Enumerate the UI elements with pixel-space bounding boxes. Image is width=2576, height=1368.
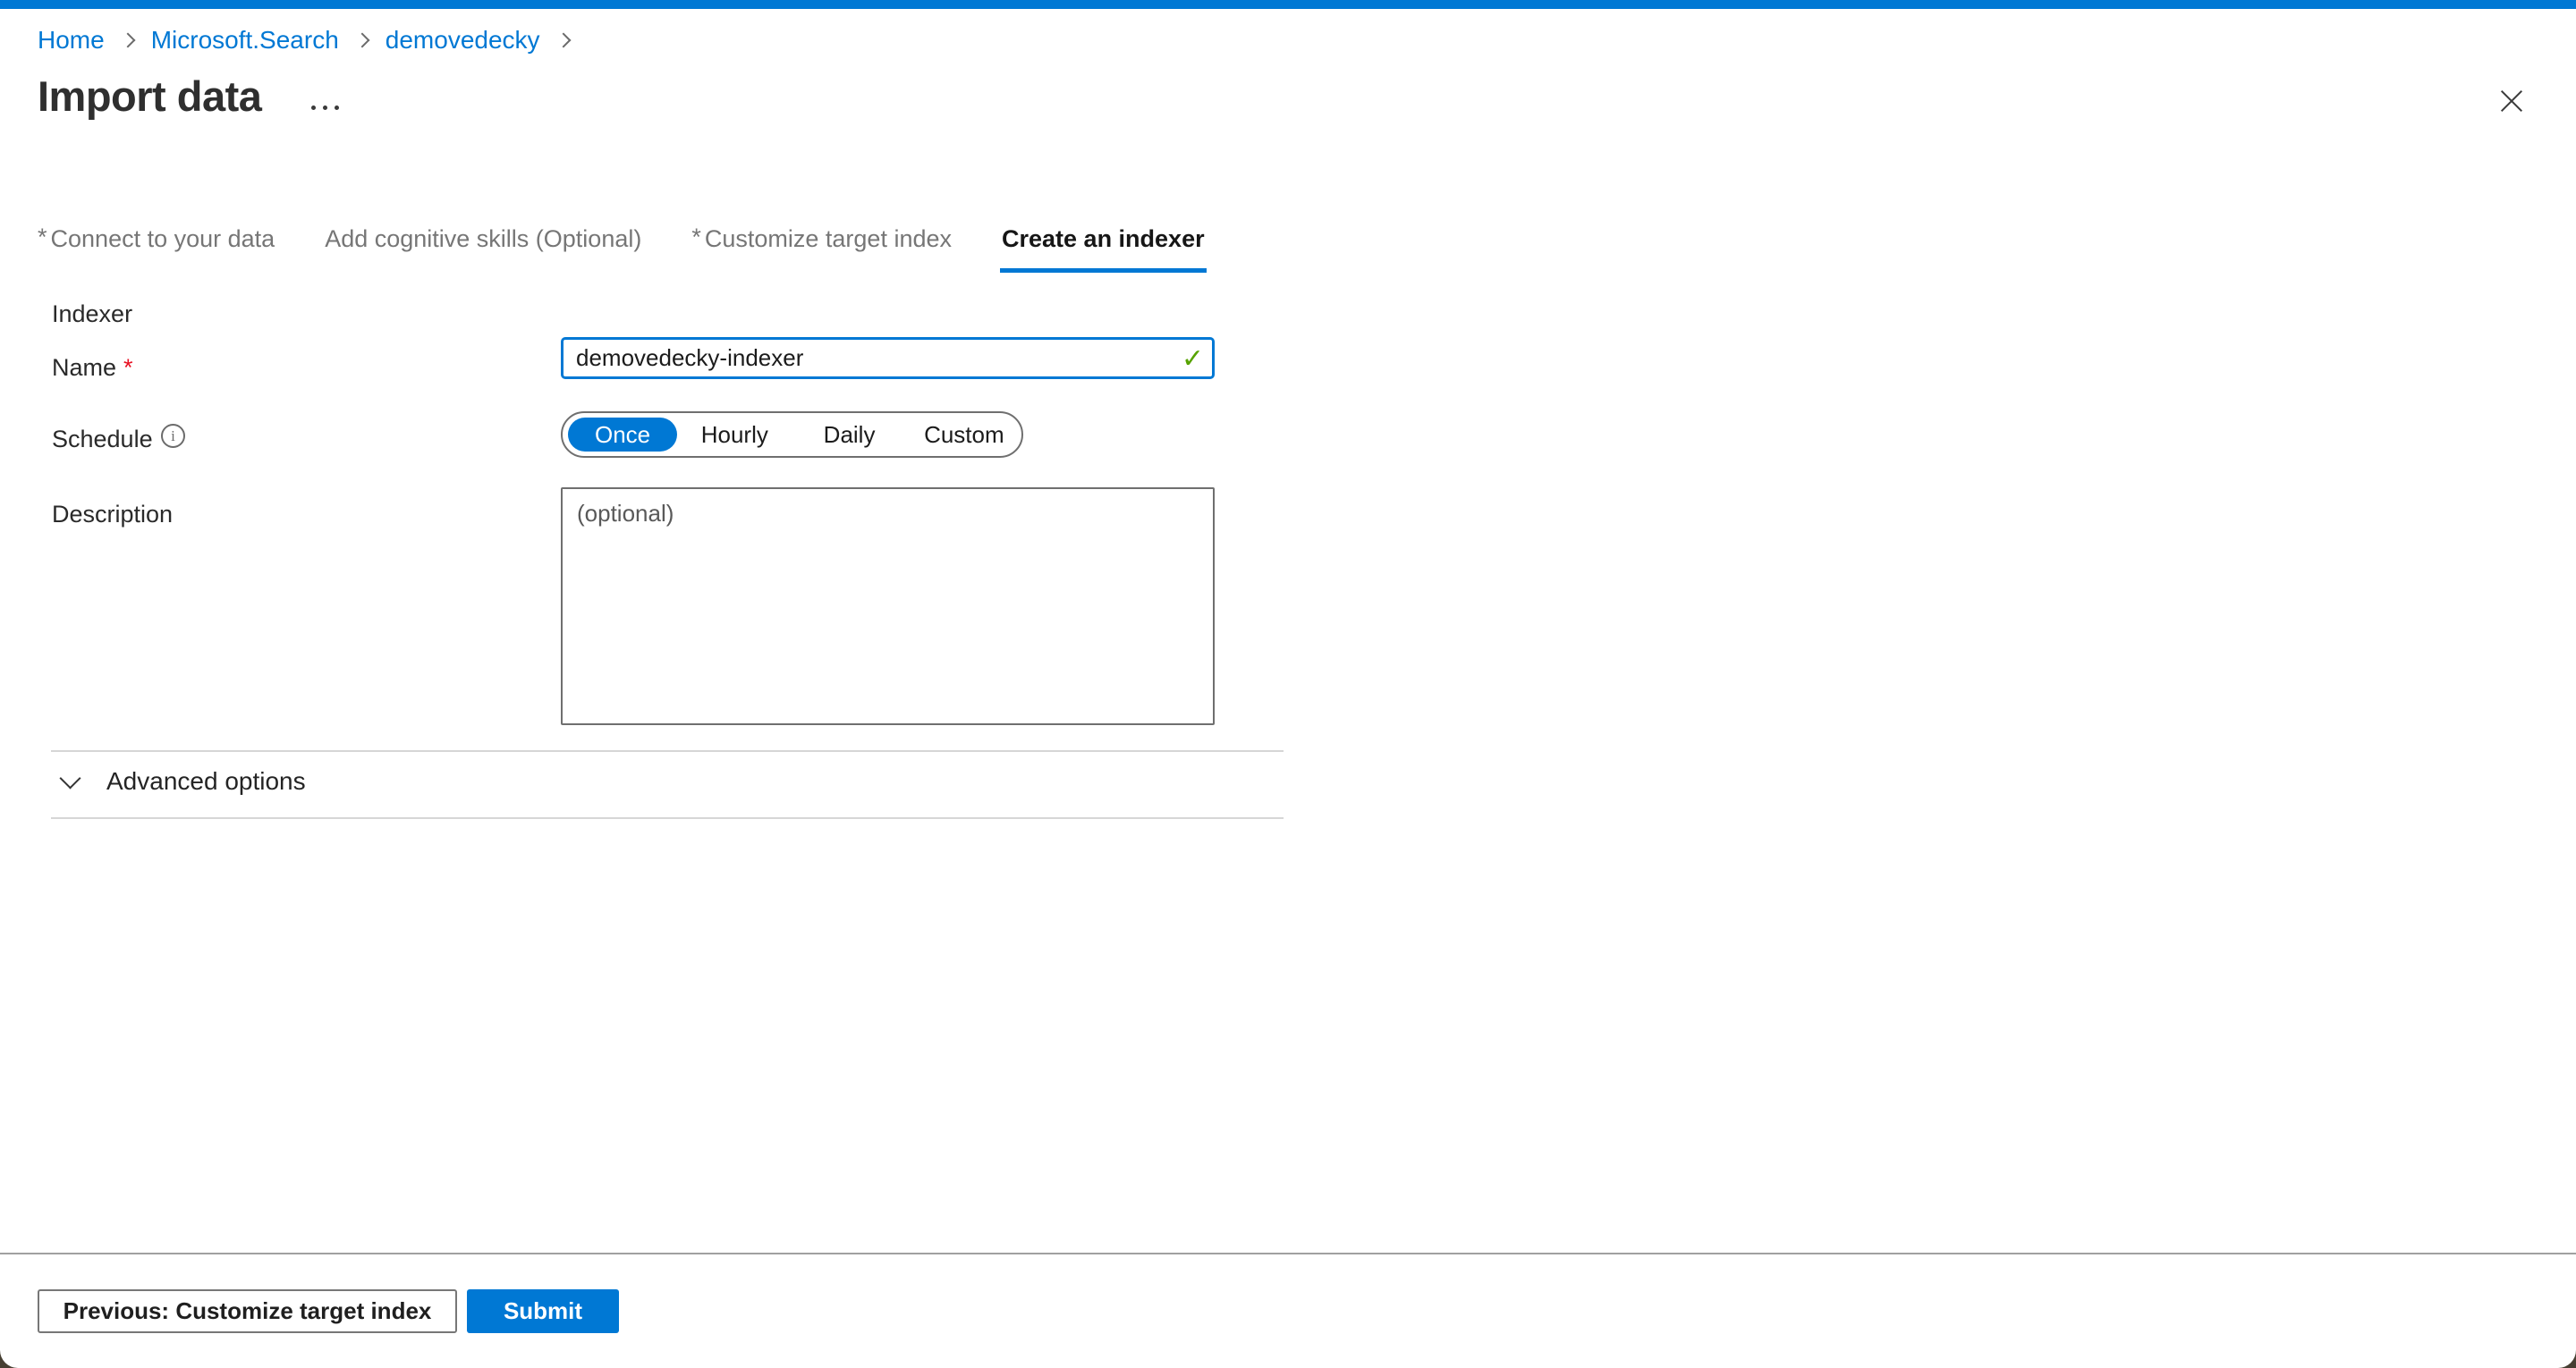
name-label-text: Name — [52, 354, 116, 381]
breadcrumb-link-demovedecky[interactable]: demovedecky — [386, 27, 540, 54]
top-accent-bar — [0, 0, 2576, 9]
section-divider — [51, 750, 1284, 752]
tab-connect-to-your-data[interactable]: *Connect to your data — [36, 225, 276, 273]
breadcrumb: Home Microsoft.Search demovedecky — [38, 27, 571, 54]
advanced-options-label: Advanced options — [106, 767, 306, 796]
active-tab-underline — [1000, 268, 1207, 273]
schedule-option-custom[interactable]: Custom — [907, 421, 1021, 449]
tab-customize-target-index[interactable]: *Customize target index — [690, 225, 953, 273]
required-tab-marker: * — [691, 224, 701, 250]
tab-create-an-indexer[interactable]: Create an indexer — [1000, 225, 1207, 273]
breadcrumb-link-microsoft-search[interactable]: Microsoft.Search — [151, 27, 339, 54]
name-input[interactable] — [561, 337, 1215, 379]
schedule-option-daily[interactable]: Daily — [792, 421, 906, 449]
schedule-label: Schedule — [52, 426, 153, 453]
schedule-option-hourly[interactable]: Hourly — [677, 421, 792, 449]
submit-button[interactable]: Submit — [467, 1289, 619, 1333]
name-label: Name * — [52, 354, 133, 382]
schedule-option-once[interactable]: Once — [568, 418, 677, 452]
chevron-down-icon — [59, 767, 80, 789]
chevron-right-icon — [354, 33, 369, 48]
tab-label: Create an indexer — [1002, 225, 1205, 252]
description-field — [561, 487, 1215, 725]
footer-divider — [0, 1253, 2576, 1254]
breadcrumb-link-home[interactable]: Home — [38, 27, 105, 54]
info-icon[interactable]: i — [161, 424, 185, 448]
required-tab-marker: * — [38, 224, 47, 250]
tab-label: Add cognitive skills (Optional) — [325, 225, 641, 252]
advanced-options-toggle[interactable]: Advanced options — [63, 767, 306, 796]
more-menu-icon[interactable] — [306, 100, 344, 115]
valid-check-icon: ✓ — [1182, 343, 1204, 375]
page-title: Import data — [38, 72, 261, 121]
description-textarea[interactable] — [561, 487, 1215, 725]
close-icon[interactable] — [2498, 88, 2525, 114]
required-asterisk: * — [123, 354, 133, 381]
chevron-right-icon — [120, 33, 135, 48]
wizard-tabs: *Connect to your data Add cognitive skil… — [36, 225, 1207, 273]
chevron-right-icon — [555, 33, 571, 48]
tab-label: Connect to your data — [51, 225, 275, 252]
tab-label: Customize target index — [705, 225, 952, 252]
description-label: Description — [52, 501, 173, 528]
name-field: ✓ — [561, 337, 1215, 379]
import-data-panel: Home Microsoft.Search demovedecky Import… — [0, 0, 2576, 1368]
schedule-toggle-group: Once Hourly Daily Custom — [561, 411, 1023, 458]
previous-button[interactable]: Previous: Customize target index — [38, 1289, 457, 1333]
tab-add-cognitive-skills[interactable]: Add cognitive skills (Optional) — [323, 225, 643, 273]
section-divider — [51, 817, 1284, 819]
indexer-section-heading: Indexer — [52, 300, 132, 328]
